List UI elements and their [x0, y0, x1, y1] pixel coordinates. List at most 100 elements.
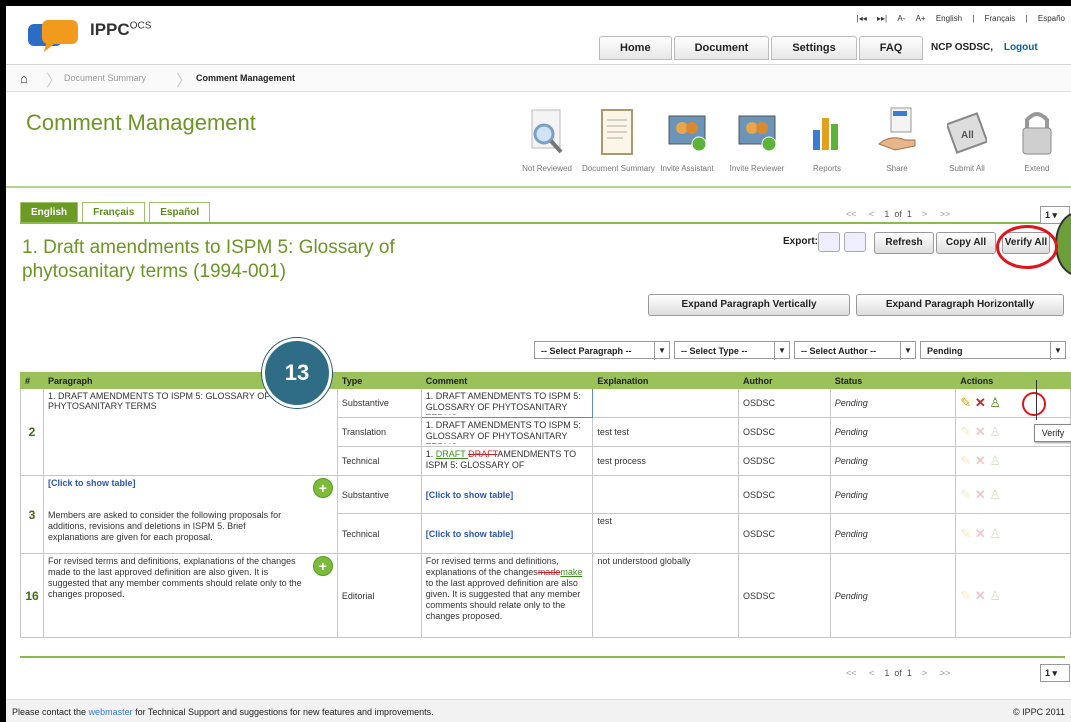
annotation-callout-line [1036, 380, 1071, 420]
row-actions: ✎ ✕ ♙ [955, 553, 1071, 638]
page-select-bottom[interactable]: 1 ▾ [1040, 664, 1070, 682]
select-paragraph[interactable]: -- Select Paragraph -- ▼ [534, 341, 670, 360]
table-row: 16 + For revised terms and definitions, … [20, 553, 1071, 638]
edit-pencil-icon[interactable]: ✎ [960, 395, 971, 410]
tool-document-summary[interactable]: Document Summary [582, 106, 655, 173]
delete-x-icon[interactable]: ✕ [975, 487, 986, 502]
prev-page-link[interactable]: < [869, 668, 874, 678]
next-page-link[interactable]: > [922, 668, 927, 678]
chevron-down-icon: ▾ [1052, 210, 1058, 220]
lang-english-link[interactable]: English [936, 14, 962, 23]
show-table-link[interactable]: [Click to show table] [426, 490, 514, 500]
document-icon [601, 109, 633, 155]
show-table-link[interactable]: [Click to show table] [48, 478, 333, 488]
comment-text[interactable]: For revised terms and definitions, expla… [420, 553, 594, 638]
comment-explanation: test [592, 513, 739, 554]
webmaster-link[interactable]: webmaster [89, 707, 133, 717]
delete-x-icon[interactable]: ✕ [975, 588, 986, 603]
edit-pencil-icon[interactable]: ✎ [960, 588, 971, 603]
edit-pencil-icon[interactable]: ✎ [960, 424, 971, 439]
comment-text[interactable]: [Click to show table] [420, 475, 594, 514]
next-page-link[interactable]: > [922, 209, 927, 219]
last-page-link[interactable]: >> [940, 668, 951, 678]
comment-status: Pending [829, 388, 957, 418]
font-increase-button[interactable]: A+ [916, 14, 926, 23]
verify-thumb-icon[interactable]: ♙ [989, 526, 1001, 541]
verify-thumb-icon[interactable]: ♙ [989, 487, 1001, 502]
edit-pencil-icon[interactable]: ✎ [960, 526, 971, 541]
table-row: 3 + [Click to show table] Members are as… [20, 475, 1071, 554]
user-area: NCP OSDSC, Logout [931, 42, 1038, 53]
tool-extend[interactable]: Extend [1002, 106, 1071, 173]
show-table-link[interactable]: [Click to show table] [426, 529, 514, 539]
first-page-icon[interactable]: |◂◂ [857, 14, 867, 23]
first-page-link[interactable]: << [846, 209, 857, 219]
logout-link[interactable]: Logout [1004, 42, 1038, 53]
comment-text[interactable]: 1. DRAFT DRAFTAMENDMENTS TO ISPM 5: GLOS… [420, 446, 594, 476]
tool-reports[interactable]: Reports [792, 106, 862, 173]
verify-thumb-icon[interactable]: ♙ [989, 395, 1001, 410]
comment-text[interactable]: 1. DRAFT AMENDMENTS TO ISPM 5: GLOSSARY … [420, 417, 594, 447]
last-page-icon[interactable]: ▸▸| [877, 14, 887, 23]
paragraph-text: + For revised terms and definitions, exp… [42, 553, 338, 638]
comment-status: Pending [829, 513, 957, 554]
select-author[interactable]: -- Select Author -- ▼ [794, 341, 916, 360]
home-icon[interactable]: ⌂ [20, 71, 28, 86]
add-comment-plus-icon[interactable]: + [312, 478, 333, 498]
expand-vertical-button[interactable]: Expand Paragraph Vertically [648, 294, 850, 316]
tool-invite-reviewer[interactable]: Invite Reviewer [722, 106, 792, 173]
nav-settings[interactable]: Settings [771, 36, 857, 60]
refresh-button[interactable]: Refresh [874, 232, 934, 254]
verify-thumb-icon[interactable]: ♙ [989, 453, 1001, 468]
col-header-author: Author [737, 372, 831, 389]
prev-page-link[interactable]: < [869, 209, 874, 219]
select-status[interactable]: Pending ▼ [920, 341, 1066, 360]
comment-status: Pending [829, 553, 957, 638]
comment-explanation [592, 475, 739, 514]
tool-invite-assistant[interactable]: Invite Assistant [652, 106, 722, 173]
col-header-explanation: Explanation [592, 372, 739, 389]
comment-status: Pending [829, 475, 957, 514]
delete-x-icon[interactable]: ✕ [975, 395, 986, 410]
section-divider [6, 186, 1071, 188]
add-comment-plus-icon[interactable]: + [312, 556, 333, 576]
delete-x-icon[interactable]: ✕ [975, 424, 986, 439]
first-page-link[interactable]: << [846, 668, 857, 678]
lang-spanish-link[interactable]: Españo [1038, 14, 1065, 23]
comment-explanation: test test [592, 417, 739, 447]
tab-english[interactable]: English [20, 202, 79, 223]
nav-home[interactable]: Home [599, 36, 672, 60]
footer-text: Please contact the webmaster for Technic… [12, 707, 434, 717]
comment-text[interactable]: 1. DRAFT AMENDMENTS TO ISPM 5: GLOSSARY … [420, 388, 594, 418]
copy-all-button[interactable]: Copy All [936, 232, 996, 254]
comment-text[interactable]: [Click to show table] [420, 513, 594, 554]
tool-share[interactable]: Share [862, 106, 932, 173]
breadcrumb: ⌂ 〉 Document Summary 〉 Comment Managemen… [6, 65, 1071, 92]
tab-francais[interactable]: Français [82, 202, 146, 223]
tab-espanol[interactable]: Español [149, 202, 211, 223]
ippc-logo-icon[interactable] [28, 18, 88, 54]
expand-horizontal-button[interactable]: Expand Paragraph Horizontally [856, 294, 1064, 316]
nav-faq[interactable]: FAQ [858, 36, 924, 60]
font-decrease-button[interactable]: A- [897, 14, 905, 23]
nav-document[interactable]: Document [673, 36, 770, 60]
tool-not-reviewed[interactable]: Not Reviewed [512, 106, 582, 173]
edit-pencil-icon[interactable]: ✎ [960, 453, 971, 468]
verify-thumb-icon[interactable]: ♙ [989, 588, 1001, 603]
select-type[interactable]: -- Select Type -- ▼ [674, 341, 790, 360]
logo-text: IPPCOCS [90, 20, 152, 39]
invite-reviewer-icon [738, 115, 777, 152]
delete-x-icon[interactable]: ✕ [975, 453, 986, 468]
export-excel-icon[interactable] [818, 232, 840, 252]
delete-x-icon[interactable]: ✕ [975, 526, 986, 541]
chevron-down-icon: ▼ [654, 342, 669, 360]
last-page-link[interactable]: >> [940, 209, 951, 219]
col-header-type: Type [336, 372, 422, 389]
verify-thumb-icon[interactable]: ♙ [989, 424, 1001, 439]
lang-french-link[interactable]: Français [985, 14, 1016, 23]
edit-pencil-icon[interactable]: ✎ [960, 487, 971, 502]
tool-submit-all[interactable]: All Submit All [932, 106, 1002, 173]
export-word-icon[interactable] [844, 232, 866, 252]
table-footer-line [20, 656, 1065, 658]
breadcrumb-document-summary[interactable]: Document Summary [64, 73, 146, 83]
